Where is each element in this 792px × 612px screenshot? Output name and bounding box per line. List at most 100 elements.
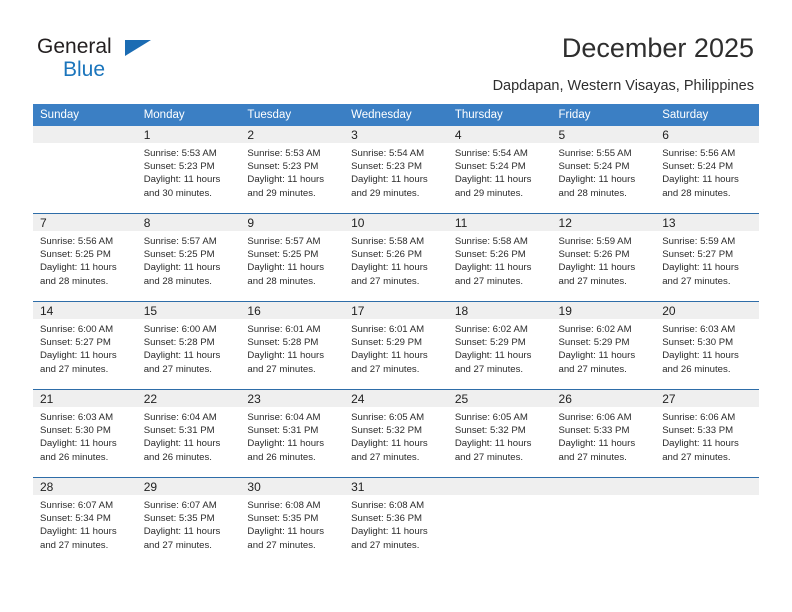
sunset-text: Sunset: 5:34 PM	[40, 513, 111, 525]
daylight-text-line2: and 27 minutes.	[40, 539, 109, 551]
calendar-day-cell[interactable]: 24 Sunrise: 6:05 AM Sunset: 5:32 PM Dayligh…	[344, 389, 448, 478]
calendar-day-cell[interactable]: 2 Sunrise: 5:53 AM Sunset: 5:23 PM Daylight…	[240, 126, 345, 214]
daylight-text-line1: Daylight: 11 hours	[40, 262, 117, 274]
sunrise-text: Sunrise: 6:02 AM	[558, 324, 632, 335]
day-number: 6	[655, 126, 759, 143]
sunrise-text: Sunrise: 6:07 AM	[40, 500, 114, 511]
day-number: 30	[240, 478, 345, 495]
daylight-text-line2: and 27 minutes.	[351, 539, 420, 551]
calendar-day-cell[interactable]: 20 Sunrise: 6:03 AM Sunset: 5:30 PM Dayligh…	[655, 301, 759, 390]
calendar-day-cell[interactable]: 12 Sunrise: 5:59 AM Sunset: 5:26 PM Dayligh…	[551, 213, 656, 302]
calendar-day-cell[interactable]: 14 Sunrise: 6:00 AM Sunset: 5:27 PM Dayligh…	[33, 301, 137, 390]
calendar-day-cell[interactable]: 22 Sunrise: 6:04 AM Sunset: 5:31 PM Dayligh…	[136, 389, 241, 478]
sunrise-text: Sunrise: 6:02 AM	[454, 324, 528, 335]
sunset-text: Sunset: 5:25 PM	[40, 249, 111, 261]
calendar-day-cell[interactable]: 21 Sunrise: 6:03 AM Sunset: 5:30 PM Dayligh…	[33, 389, 137, 478]
sunrise-text: Sunrise: 6:04 AM	[143, 412, 217, 423]
sunset-text: Sunset: 5:27 PM	[40, 337, 111, 349]
day-details: Sunrise: 5:53 AM Sunset: 5:23 PM Daylight:…	[240, 143, 344, 213]
daylight-text-line2: and 27 minutes.	[247, 539, 316, 551]
sunset-text: Sunset: 5:28 PM	[247, 337, 319, 349]
calendar-day-cell[interactable]: 23 Sunrise: 6:04 AM Sunset: 5:31 PM Dayligh…	[240, 389, 345, 478]
calendar-day-cell[interactable]: 17 Sunrise: 6:01 AM Sunset: 5:29 PM Dayligh…	[344, 301, 448, 390]
day-number: 13	[655, 214, 759, 231]
sunset-text: Sunset: 5:29 PM	[454, 337, 526, 349]
sunset-text: Sunset: 5:24 PM	[662, 161, 734, 173]
daylight-text-line1: Daylight: 11 hours	[40, 350, 117, 362]
day-number: 16	[240, 302, 345, 319]
day-number: 23	[240, 390, 345, 407]
daylight-text-line2: and 27 minutes.	[454, 275, 524, 287]
daylight-text-line2: and 26 minutes.	[40, 451, 109, 463]
day-details: Sunrise: 6:01 AM Sunset: 5:28 PM Daylight:…	[240, 319, 344, 389]
daylight-text-line1: Daylight: 11 hours	[662, 262, 739, 274]
calendar-day-cell[interactable]: 26 Sunrise: 6:06 AM Sunset: 5:33 PM Dayligh…	[551, 389, 656, 478]
day-number: 1	[136, 126, 241, 143]
day-number: 5	[551, 126, 656, 143]
daylight-text-line2: and 27 minutes.	[454, 363, 524, 375]
day-number: 20	[655, 302, 759, 319]
daylight-text-line1: Daylight: 11 hours	[662, 438, 739, 450]
weekday-header-thursday: Thursday	[447, 104, 552, 126]
calendar-day-cell[interactable]: 11 Sunrise: 5:58 AM Sunset: 5:26 PM Dayligh…	[447, 213, 552, 302]
sunrise-text: Sunrise: 6:01 AM	[247, 324, 321, 335]
calendar-day-cell[interactable]: 15 Sunrise: 6:00 AM Sunset: 5:28 PM Dayligh…	[136, 301, 241, 390]
daylight-text-line2: and 27 minutes.	[351, 275, 420, 287]
calendar-day-cell[interactable]: 9 Sunrise: 5:57 AM Sunset: 5:25 PM Daylight…	[240, 213, 345, 302]
calendar-day-cell[interactable]: 6 Sunrise: 5:56 AM Sunset: 5:24 PM Daylight…	[655, 126, 759, 214]
sunset-text: Sunset: 5:29 PM	[558, 337, 630, 349]
calendar-day-cell[interactable]: 8 Sunrise: 5:57 AM Sunset: 5:25 PM Daylight…	[136, 213, 241, 302]
calendar-day-cell[interactable]: 31 Sunrise: 6:08 AM Sunset: 5:36 PM Dayligh…	[344, 477, 448, 565]
calendar-day-cell[interactable]: 13 Sunrise: 5:59 AM Sunset: 5:27 PM Dayligh…	[655, 213, 759, 302]
daylight-text-line2: and 27 minutes.	[558, 363, 627, 375]
sunset-text: Sunset: 5:24 PM	[454, 161, 526, 173]
calendar-day-cell[interactable]: 5 Sunrise: 5:55 AM Sunset: 5:24 PM Daylight…	[551, 126, 656, 214]
sunrise-text: Sunrise: 6:03 AM	[662, 324, 736, 335]
calendar-day-cell[interactable]: 18 Sunrise: 6:02 AM Sunset: 5:29 PM Dayligh…	[447, 301, 552, 390]
sunrise-text: Sunrise: 5:59 AM	[558, 236, 632, 247]
calendar-day-cell[interactable]: 16 Sunrise: 6:01 AM Sunset: 5:28 PM Dayligh…	[240, 301, 345, 390]
daylight-text-line2: and 28 minutes.	[558, 187, 627, 199]
day-details: Sunrise: 5:56 AM Sunset: 5:25 PM Daylight:…	[33, 231, 137, 301]
day-details: Sunrise: 6:06 AM Sunset: 5:33 PM Daylight:…	[655, 407, 759, 477]
calendar-day-cell[interactable]: 19 Sunrise: 6:02 AM Sunset: 5:29 PM Dayligh…	[551, 301, 656, 390]
day-number: 11	[447, 214, 552, 231]
daylight-text-line1: Daylight: 11 hours	[351, 526, 428, 538]
sunset-text: Sunset: 5:23 PM	[351, 161, 423, 173]
sunrise-text: Sunrise: 6:08 AM	[247, 500, 321, 511]
sunset-text: Sunset: 5:25 PM	[247, 249, 319, 261]
day-number: 4	[447, 126, 552, 143]
page-header: General Blue December 2025 Dapdapan, Wes…	[0, 0, 792, 104]
calendar-day-cell[interactable]: 7 Sunrise: 5:56 AM Sunset: 5:25 PM Daylight…	[33, 213, 137, 302]
day-details: Sunrise: 5:58 AM Sunset: 5:26 PM Daylight:…	[448, 231, 552, 301]
daylight-text-line1: Daylight: 11 hours	[454, 438, 532, 450]
calendar-day-cell[interactable]: 4 Sunrise: 5:54 AM Sunset: 5:24 PM Daylight…	[447, 126, 552, 214]
calendar-day-cell[interactable]: 1 Sunrise: 5:53 AM Sunset: 5:23 PM Daylight…	[136, 126, 241, 214]
day-details: Sunrise: 5:54 AM Sunset: 5:24 PM Daylight:…	[448, 143, 552, 213]
day-number: 18	[447, 302, 552, 319]
sunrise-text: Sunrise: 6:00 AM	[40, 324, 114, 335]
day-details: Sunrise: 6:05 AM Sunset: 5:32 PM Daylight:…	[344, 407, 448, 477]
daylight-text-line1: Daylight: 11 hours	[454, 350, 532, 362]
sunrise-text: Sunrise: 5:57 AM	[247, 236, 321, 247]
day-number: 3	[344, 126, 448, 143]
calendar-day-cell[interactable]: 27 Sunrise: 6:06 AM Sunset: 5:33 PM Dayligh…	[655, 389, 759, 478]
calendar-day-cell[interactable]: 30 Sunrise: 6:08 AM Sunset: 5:35 PM Dayligh…	[240, 477, 345, 565]
sunset-text: Sunset: 5:35 PM	[143, 513, 215, 525]
sunset-text: Sunset: 5:24 PM	[558, 161, 630, 173]
daylight-text-line1: Daylight: 11 hours	[247, 438, 325, 450]
sunset-text: Sunset: 5:30 PM	[40, 425, 111, 437]
sunset-text: Sunset: 5:26 PM	[454, 249, 526, 261]
daylight-text-line1: Daylight: 11 hours	[143, 262, 221, 274]
generalblue-logo[interactable]: General Blue	[37, 36, 237, 82]
daylight-text-line2: and 26 minutes.	[662, 363, 731, 375]
calendar-day-cell[interactable]: 10 Sunrise: 5:58 AM Sunset: 5:26 PM Dayligh…	[344, 213, 448, 302]
sunset-text: Sunset: 5:23 PM	[143, 161, 215, 173]
calendar-day-cell[interactable]: 25 Sunrise: 6:05 AM Sunset: 5:32 PM Dayligh…	[447, 389, 552, 478]
sunrise-text: Sunrise: 6:01 AM	[351, 324, 425, 335]
day-number: 27	[655, 390, 759, 407]
calendar-day-cell[interactable]: 3 Sunrise: 5:54 AM Sunset: 5:23 PM Daylight…	[344, 126, 448, 214]
calendar-day-cell[interactable]: 29 Sunrise: 6:07 AM Sunset: 5:35 PM Dayligh…	[136, 477, 241, 565]
calendar-day-cell[interactable]: 28 Sunrise: 6:07 AM Sunset: 5:34 PM Dayligh…	[33, 477, 137, 565]
daylight-text-line2: and 27 minutes.	[40, 363, 109, 375]
